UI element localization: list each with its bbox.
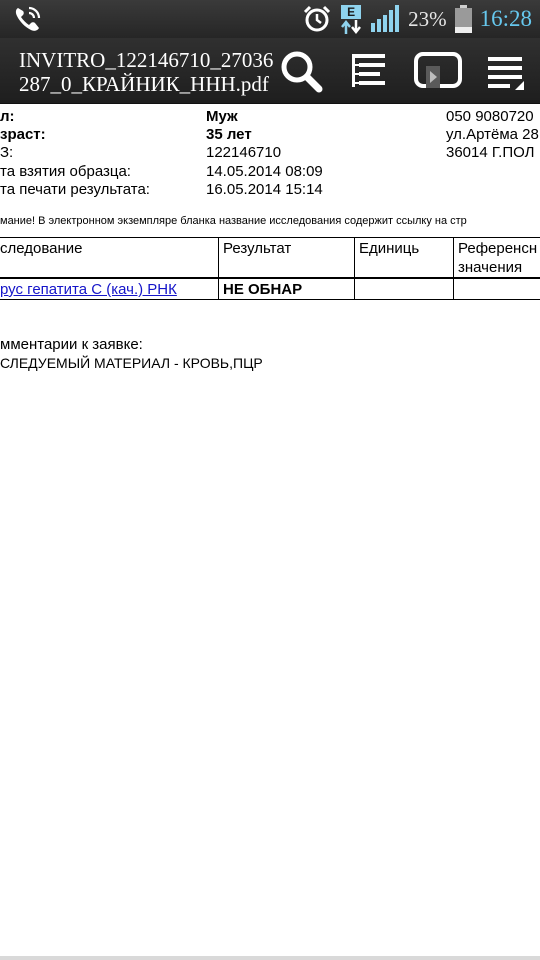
outline-icon <box>352 54 385 87</box>
phone-call-icon <box>15 6 41 31</box>
clock-time: 16:28 <box>479 6 532 31</box>
field-value-print-date: 16.05.2014 15:14 <box>206 181 323 198</box>
field-label-order: З: <box>0 144 14 161</box>
bottom-edge <box>0 956 540 960</box>
field-label-print-date: та печати результата: <box>0 181 150 198</box>
field-label-gender: л: <box>0 108 15 125</box>
contact-phone: 050 9080720 <box>446 108 534 125</box>
comments-text: СЛЕДУЕМЫЙ МАТЕРИАЛ - КРОВЬ,ПЦР <box>0 355 263 371</box>
search-button[interactable] <box>276 46 326 96</box>
data-arrows-icon: E <box>340 3 362 35</box>
electronic-copy-notice: мание! В электронном экземпляре бланка н… <box>0 215 467 227</box>
field-value-sample-date: 14.05.2014 08:09 <box>206 163 323 180</box>
signal-bars-icon <box>371 5 400 32</box>
outline-button[interactable] <box>345 46 395 96</box>
field-value-order: 122146710 <box>206 144 282 161</box>
battery-icon <box>454 5 472 33</box>
test-result-value: НЕ ОБНАР <box>223 281 303 298</box>
search-icon <box>281 51 323 93</box>
col-header-test: следование <box>0 240 83 257</box>
test-name-link[interactable]: рус гепатита С (кач.) РНК <box>0 281 177 299</box>
status-bar: E 23% 16:28 <box>0 0 540 38</box>
field-value-age: 35 лет <box>206 126 252 143</box>
battery-percent: 23% <box>408 6 447 31</box>
menu-button[interactable] <box>482 46 532 96</box>
field-value-gender: Муж <box>206 108 238 125</box>
pdf-page[interactable]: л: Муж зраст: 35 лет З: 122146710 та взя… <box>0 104 540 956</box>
field-label-age: зраст: <box>0 126 46 143</box>
alarm-clock-icon <box>304 5 331 32</box>
contact-address: ул.Артёма 28 <box>446 126 539 143</box>
reflow-icon <box>414 52 462 88</box>
comments-label: мментарии к заявке: <box>0 336 143 353</box>
field-label-sample-date: та взятия образца: <box>0 163 131 180</box>
reflow-button[interactable] <box>412 46 462 96</box>
document-title: INVITRO_122146710_27036287_0_КРАЙНИК_ННН… <box>19 48 274 96</box>
pdf-toolbar: INVITRO_122146710_27036287_0_КРАЙНИК_ННН… <box>0 38 540 104</box>
col-header-units: Единиць <box>359 240 420 257</box>
col-header-result: Результат <box>223 240 292 257</box>
menu-icon <box>488 57 524 90</box>
col-header-reference-2: значения <box>458 259 523 276</box>
network-type-label: E <box>341 5 362 19</box>
contact-city: 36014 Г.ПОЛ <box>446 144 535 161</box>
col-header-reference: Референсн <box>458 240 538 257</box>
